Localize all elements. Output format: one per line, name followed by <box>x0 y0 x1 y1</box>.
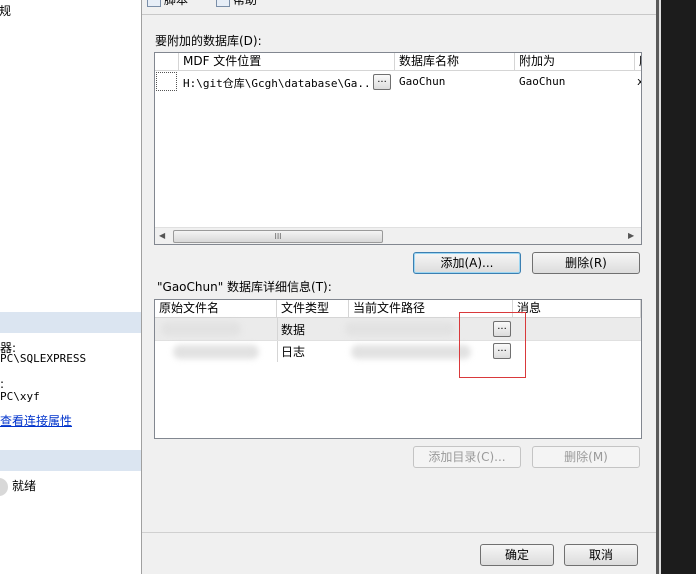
attach-horizontal-scrollbar[interactable]: ◀ III ▶ <box>155 227 641 244</box>
nav-item-label: 常规 <box>0 4 12 18</box>
column-header[interactable]: 消息 <box>513 300 641 317</box>
footer-divider <box>142 532 656 533</box>
redacted-path <box>345 322 455 336</box>
column-header[interactable]: 附加为 <box>515 53 635 70</box>
progress-section-header <box>0 450 141 471</box>
table-row[interactable]: H:\git仓库\Gcgh\database\Ga... ... GaoChun… <box>155 71 641 92</box>
column-header[interactable]: 所 <box>635 53 641 70</box>
attach-as-cell[interactable]: GaoChun <box>519 75 565 88</box>
window-edge <box>656 0 696 574</box>
column-header[interactable]: 文件类型 <box>277 300 349 317</box>
connection-section-header <box>0 312 141 333</box>
column-header[interactable]: 原始文件名 <box>155 300 277 317</box>
attach-grid-header: MDF 文件位置 数据库名称 附加为 所 <box>155 53 641 71</box>
redacted-filename <box>161 322 241 336</box>
mdf-path-cell[interactable]: H:\git仓库\Gcgh\database\Ga... <box>183 75 377 91</box>
column-divider <box>277 318 278 340</box>
user-label: : <box>0 377 5 391</box>
attach-group-label: 要附加的数据库(D): <box>155 34 262 48</box>
progress-icon <box>0 478 8 496</box>
dialog-content: 脚本 帮助 要附加的数据库(D): MDF 文件位置 数据库名称 附加为 所 H… <box>142 0 656 574</box>
scroll-right-icon[interactable]: ▶ <box>628 231 634 240</box>
redacted-filename <box>173 345 259 359</box>
table-row[interactable]: 日志 ... <box>155 341 641 362</box>
toolbar-divider <box>142 14 656 15</box>
remove-database-button[interactable]: 删除(R) <box>532 252 640 274</box>
column-divider <box>277 341 278 362</box>
row-header-corner <box>155 53 179 70</box>
column-header[interactable]: 数据库名称 <box>395 53 515 70</box>
extra-cell[interactable]: x <box>637 75 641 88</box>
file-type-cell[interactable]: 数据 <box>281 321 305 338</box>
left-pane: 常规 器: PC\SQLEXPRESS : PC\xyf 查看连接属性 就绪 <box>0 0 142 574</box>
row-selector[interactable] <box>156 72 177 91</box>
help-icon[interactable] <box>216 0 230 7</box>
highlight-box <box>459 312 526 378</box>
db-name-cell[interactable]: GaoChun <box>399 75 445 88</box>
redacted-path <box>351 345 471 359</box>
status-text: 就绪 <box>12 479 37 493</box>
ok-button[interactable]: 确定 <box>480 544 554 566</box>
details-group-label: "GaoChun" 数据库详细信息(T): <box>157 280 332 294</box>
add-catalog-button[interactable]: 添加目录(C)... <box>413 446 521 468</box>
script-button[interactable]: 脚本 <box>164 0 188 8</box>
window-border-highlight <box>659 0 661 574</box>
details-grid: 原始文件名 文件类型 当前文件路径 消息 数据 ... 日志 ... <box>154 299 642 439</box>
scroll-left-icon[interactable]: ◀ <box>159 231 165 240</box>
details-grid-header: 原始文件名 文件类型 当前文件路径 消息 <box>155 300 641 318</box>
user-value: PC\xyf <box>0 390 40 403</box>
file-type-cell[interactable]: 日志 <box>281 343 305 360</box>
help-button[interactable]: 帮助 <box>233 0 257 8</box>
scroll-thumb[interactable]: III <box>173 230 383 243</box>
remove-file-button[interactable]: 删除(M) <box>532 446 640 468</box>
table-row[interactable]: 数据 ... <box>155 318 641 341</box>
view-connection-properties-link[interactable]: 查看连接属性 <box>0 412 72 429</box>
browse-mdf-button[interactable]: ... <box>373 74 391 90</box>
column-header[interactable]: MDF 文件位置 <box>179 53 395 70</box>
server-value: PC\SQLEXPRESS <box>0 352 87 365</box>
attach-grid: MDF 文件位置 数据库名称 附加为 所 H:\git仓库\Gcgh\datab… <box>154 52 642 245</box>
script-icon[interactable] <box>147 0 161 7</box>
add-database-button[interactable]: 添加(A)... <box>413 252 521 274</box>
nav-item-general[interactable]: 常规 <box>0 2 12 19</box>
cancel-button[interactable]: 取消 <box>564 544 638 566</box>
